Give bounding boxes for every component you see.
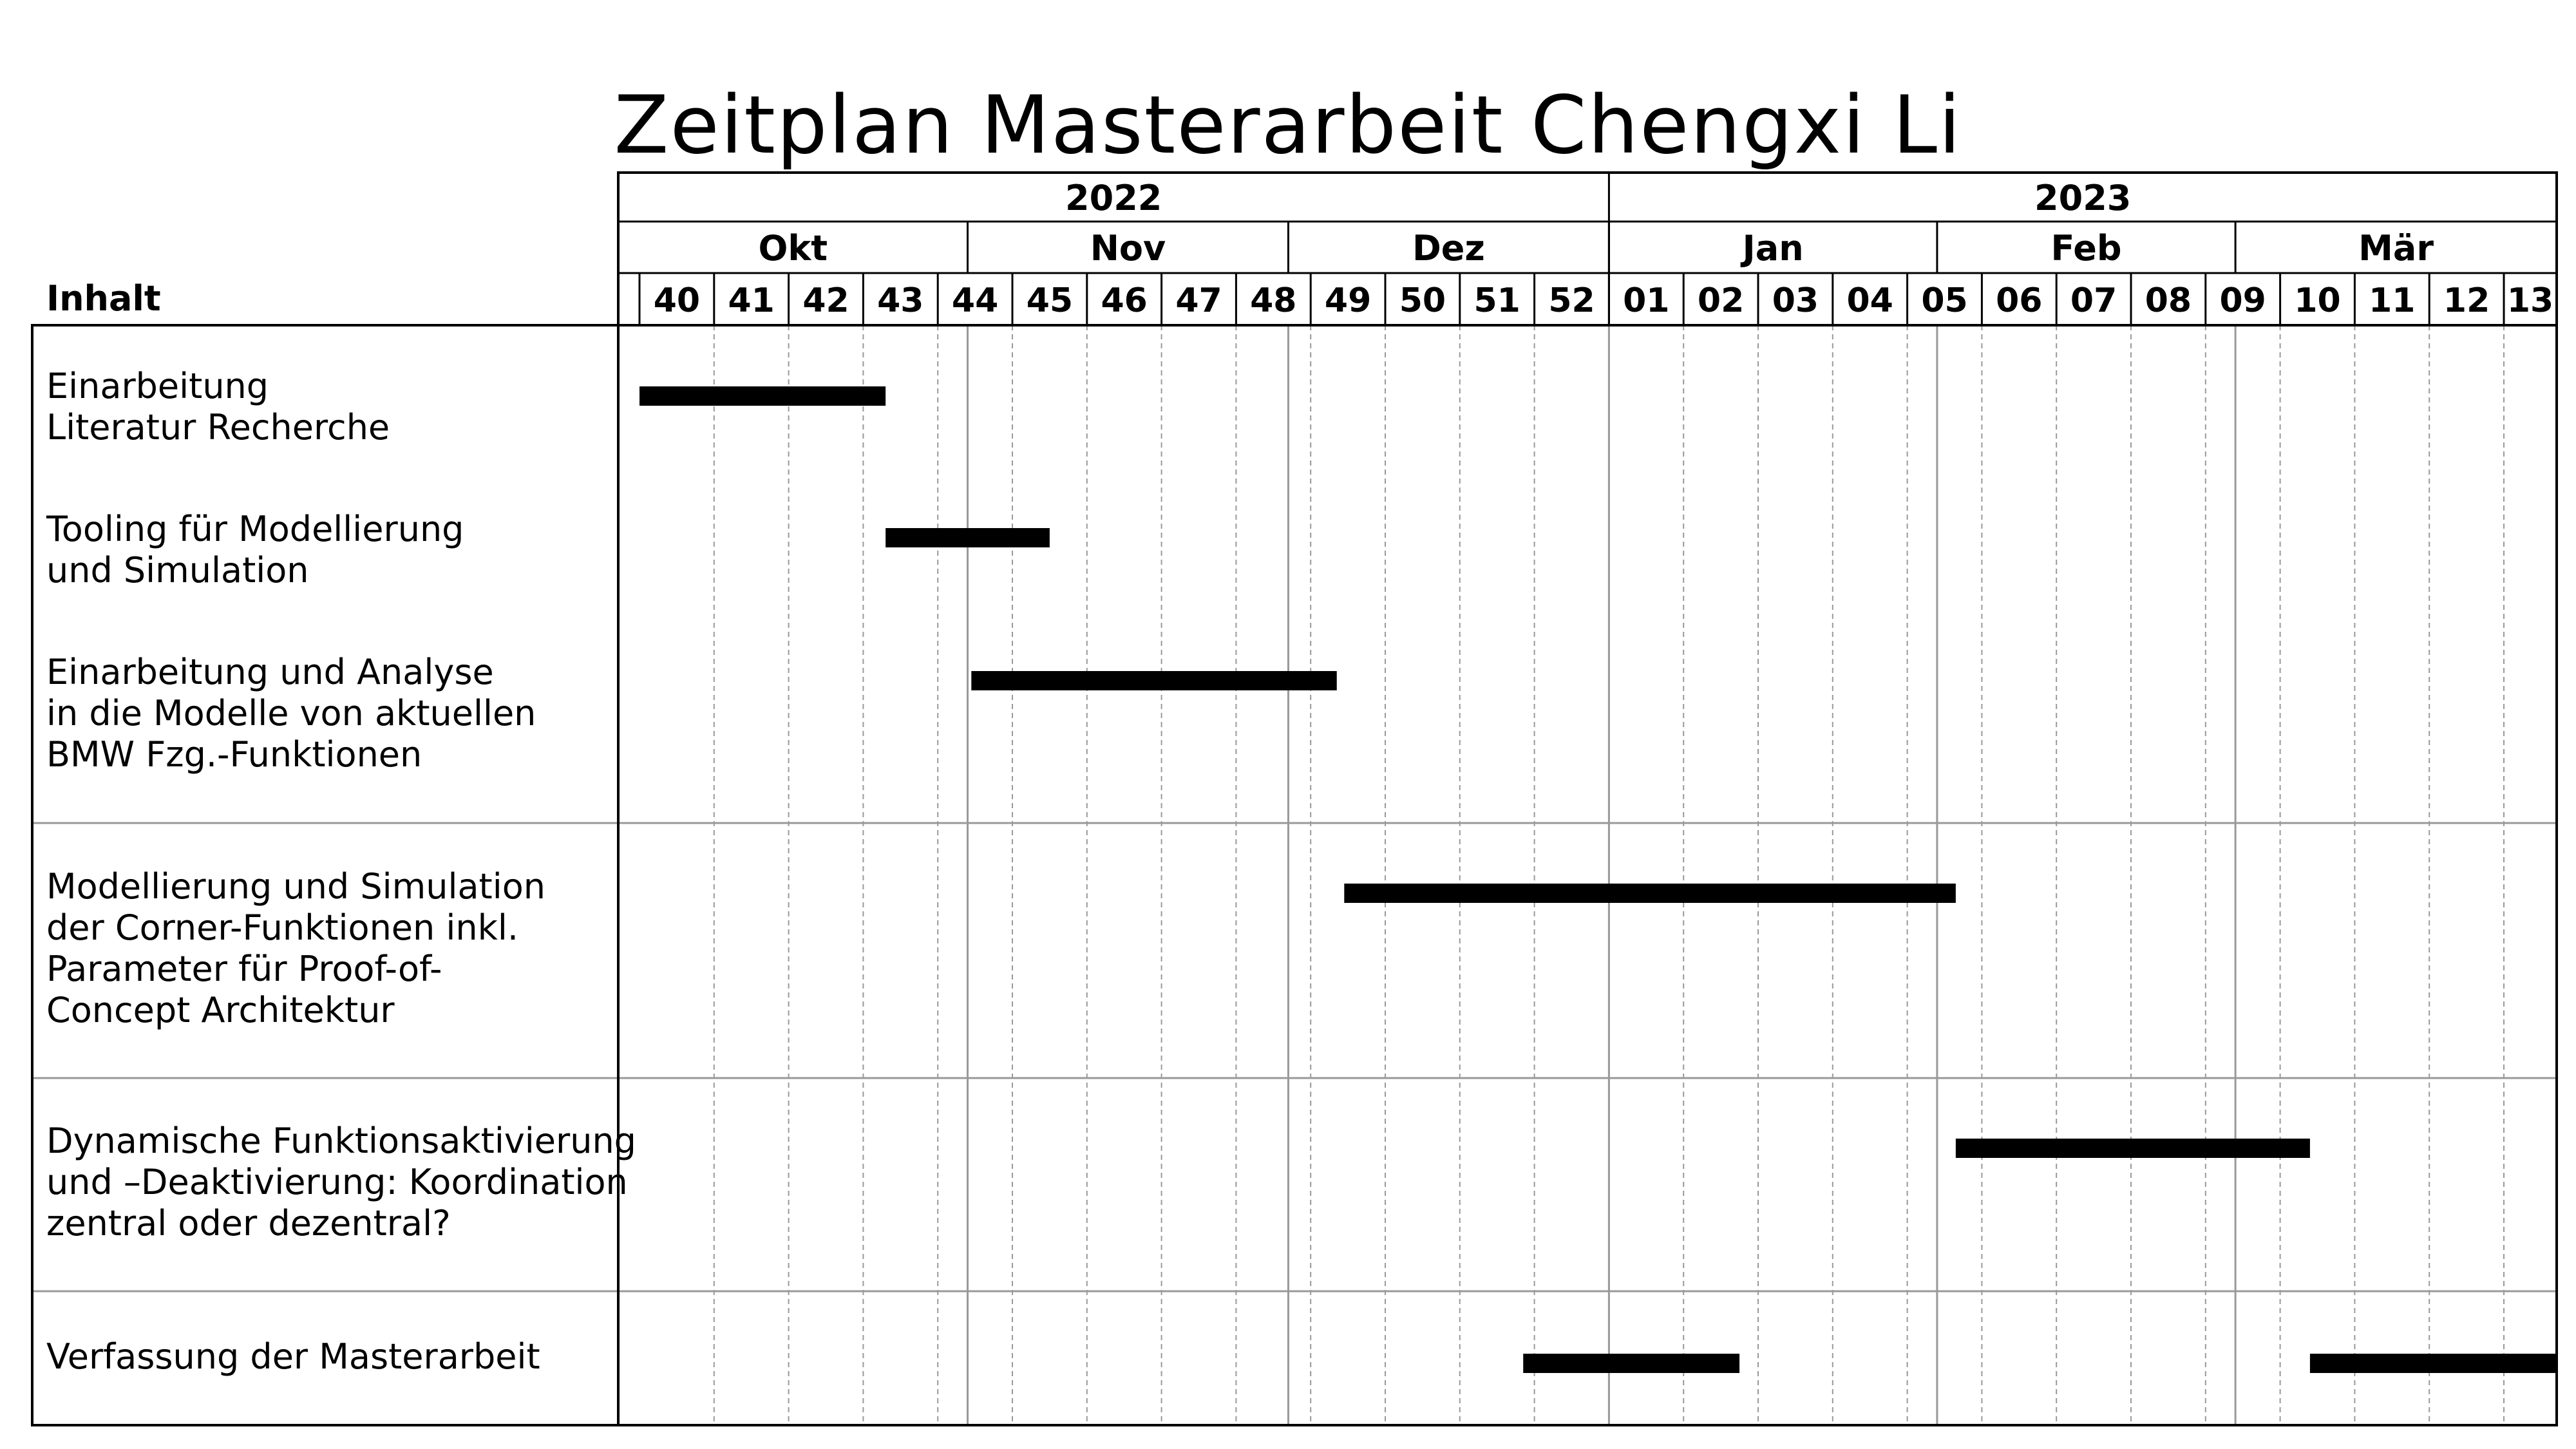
task-label: Einarbeitung Literatur Recherche bbox=[46, 366, 390, 448]
week-label: 12 bbox=[2443, 281, 2490, 320]
week-label: 01 bbox=[1623, 281, 1669, 320]
week-label: 02 bbox=[1698, 281, 1744, 320]
task-label: Tooling für Modellierung und Simulation bbox=[46, 509, 464, 591]
month-label: Mär bbox=[2358, 228, 2434, 269]
task-label: Verfassung der Masterarbeit bbox=[46, 1336, 540, 1377]
week-label: 03 bbox=[1772, 281, 1819, 320]
task-bar bbox=[1523, 1354, 1740, 1373]
week-label: 11 bbox=[2369, 281, 2415, 320]
week-label: 42 bbox=[802, 281, 849, 320]
week-label: 09 bbox=[2220, 281, 2266, 320]
week-label: 45 bbox=[1027, 281, 1073, 320]
month-label: Nov bbox=[1090, 228, 1166, 269]
week-label: 48 bbox=[1250, 281, 1296, 320]
month-label: Okt bbox=[758, 228, 828, 269]
week-label: 06 bbox=[1996, 281, 2042, 320]
week-label: 46 bbox=[1101, 281, 1148, 320]
week-label: 40 bbox=[654, 281, 700, 320]
week-label: 04 bbox=[1847, 281, 1893, 320]
task-bar bbox=[886, 528, 1050, 547]
week-label: 43 bbox=[877, 281, 923, 320]
task-bar bbox=[639, 386, 886, 406]
timeline-header: 2022 2023 Okt Nov Dez Jan Feb Mär 40 41 42 43 44 45 46… bbox=[617, 171, 2558, 327]
year-label: 2023 bbox=[2034, 178, 2131, 218]
task-bars bbox=[639, 386, 2557, 1373]
week-label: 50 bbox=[1399, 281, 1446, 320]
task-bar bbox=[1344, 884, 1956, 903]
month-label: Dez bbox=[1412, 228, 1485, 269]
week-label: 49 bbox=[1325, 281, 1371, 320]
week-label: 13 bbox=[2507, 281, 2553, 320]
week-label: 08 bbox=[2145, 281, 2192, 320]
week-label: 51 bbox=[1474, 281, 1520, 320]
week-label: 05 bbox=[1921, 281, 1967, 320]
task-bar bbox=[971, 671, 1337, 690]
month-label: Feb bbox=[2051, 228, 2122, 269]
task-label: Dynamische Funktionsaktivierung und –Dea… bbox=[46, 1121, 636, 1244]
week-label: 47 bbox=[1175, 281, 1222, 320]
task-label: Modellierung und Simulation der Corner-F… bbox=[46, 866, 545, 1030]
week-label: 52 bbox=[1548, 281, 1595, 320]
week-label: 41 bbox=[728, 281, 775, 320]
week-label: 44 bbox=[952, 281, 998, 320]
month-label: Jan bbox=[1740, 228, 1804, 269]
week-label: 07 bbox=[2070, 281, 2117, 320]
task-bar bbox=[2309, 1354, 2557, 1373]
task-label: Einarbeitung und Analyse in die Modelle … bbox=[46, 652, 536, 775]
task-bar bbox=[1955, 1139, 2310, 1158]
year-label: 2022 bbox=[1065, 178, 1162, 218]
week-label: 10 bbox=[2294, 281, 2340, 320]
